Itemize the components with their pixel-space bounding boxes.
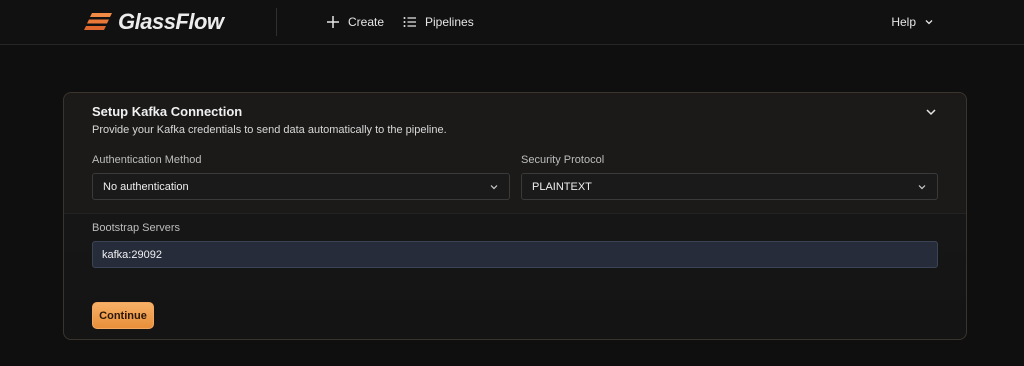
help-label: Help — [891, 15, 916, 29]
kafka-connection-card: Setup Kafka Connection Provide your Kafk… — [63, 92, 967, 340]
bootstrap-servers-input[interactable]: kafka:29092 — [92, 241, 938, 268]
top-navigation-bar: GlassFlow Create Pipelines Help — [0, 0, 1024, 45]
logo-text: GlassFlow — [118, 9, 224, 34]
continue-button[interactable]: Continue — [92, 302, 154, 329]
list-icon — [403, 17, 416, 27]
chevron-down-icon — [918, 185, 926, 190]
security-protocol-value: PLAINTEXT — [532, 180, 592, 193]
auth-method-label: Authentication Method — [92, 154, 202, 166]
nav-create-link[interactable]: Create — [326, 12, 384, 32]
nav-create-label: Create — [348, 15, 385, 29]
glassflow-logo[interactable]: GlassFlow — [84, 8, 224, 36]
security-protocol-label: Security Protocol — [521, 154, 605, 166]
bootstrap-servers-value: kafka:29092 — [102, 248, 162, 261]
card-title: Setup Kafka Connection — [92, 104, 243, 119]
bootstrap-servers-label: Bootstrap Servers — [92, 222, 181, 234]
nav-pipelines-link[interactable]: Pipelines — [403, 12, 474, 32]
nav-divider — [276, 8, 277, 36]
chevron-down-icon — [925, 20, 933, 25]
chevron-down-icon — [490, 185, 498, 190]
section-divider — [64, 213, 966, 214]
security-protocol-select[interactable]: PLAINTEXT — [521, 173, 938, 200]
help-menu[interactable]: Help — [891, 12, 934, 32]
nav-pipelines-label: Pipelines — [425, 15, 474, 29]
glassflow-logo-icon — [84, 13, 112, 30]
card-subtitle: Provide your Kafka credentials to send d… — [92, 124, 447, 136]
collapse-chevron-icon[interactable] — [924, 105, 938, 119]
plus-icon — [327, 16, 339, 28]
auth-method-value: No authentication — [103, 180, 189, 193]
auth-method-select[interactable]: No authentication — [92, 173, 510, 200]
